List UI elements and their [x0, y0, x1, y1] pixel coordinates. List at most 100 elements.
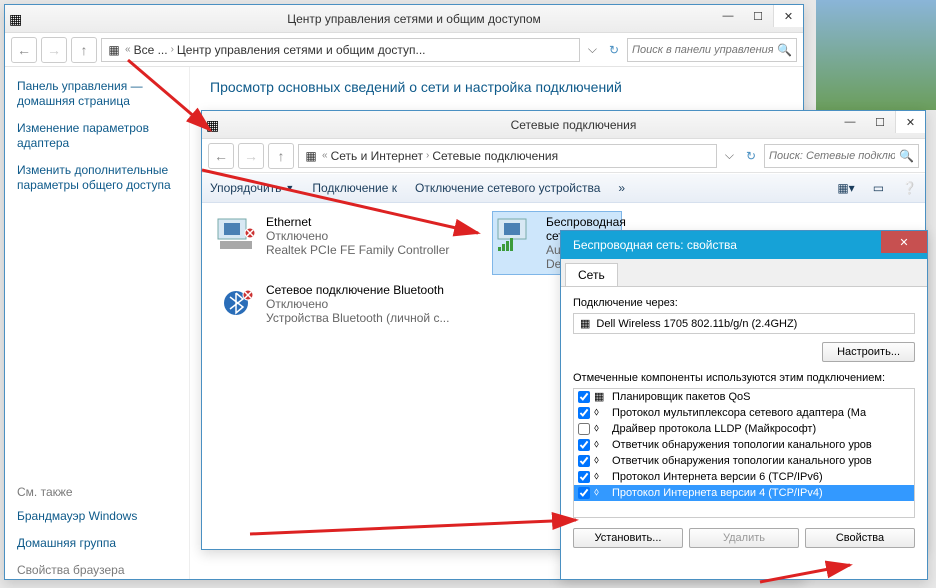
wifi-icon: [496, 215, 536, 255]
minimize-button[interactable]: —: [835, 111, 865, 133]
tab-network[interactable]: Сеть: [565, 263, 618, 286]
search-box[interactable]: 🔍: [627, 38, 797, 62]
protocol-icon: ▦: [594, 390, 608, 404]
chevron-right-icon: «: [322, 150, 328, 161]
adapter-bluetooth[interactable]: Сетевое подключение Bluetooth Отключено …: [212, 279, 492, 329]
device-name: Dell Wireless 1705 802.11b/g/n (2.4GHZ): [596, 318, 797, 330]
component-checkbox[interactable]: [578, 391, 590, 403]
remove-button[interactable]: Удалить: [689, 528, 799, 548]
desktop-wallpaper: [816, 0, 936, 110]
see-also-label: См. также: [17, 485, 177, 499]
disable-device-button[interactable]: Отключение сетевого устройства: [415, 181, 600, 195]
up-button[interactable]: ↑: [268, 143, 294, 169]
close-button[interactable]: ✕: [881, 231, 927, 253]
forward-button[interactable]: →: [41, 37, 67, 63]
minimize-button[interactable]: —: [713, 5, 743, 27]
maximize-button[interactable]: ☐: [865, 111, 895, 133]
dialog-wifi-properties: Беспроводная сеть: свойства ✕ Сеть Подкл…: [560, 230, 928, 580]
search-box[interactable]: 🔍: [764, 144, 919, 168]
component-item[interactable]: ⬨Драйвер протокола LLDP (Майкрософт): [574, 421, 914, 437]
adapter-status: Отключено: [266, 229, 449, 243]
chevron-down-icon: ▼: [285, 183, 294, 193]
component-checkbox[interactable]: [578, 407, 590, 419]
search-icon[interactable]: 🔍: [777, 43, 792, 57]
adapter-desc: Устройства Bluetooth (личной с...: [266, 311, 449, 325]
component-checkbox[interactable]: [578, 439, 590, 451]
change-adapter-settings-link[interactable]: Изменение параметров адаптера: [17, 121, 177, 151]
connect-to-button[interactable]: Подключение к: [312, 181, 397, 195]
network-icon: ▦: [303, 148, 319, 164]
help-icon[interactable]: ❔: [902, 181, 917, 195]
homegroup-link[interactable]: Домашняя группа: [17, 536, 177, 551]
more-commands-button[interactable]: »: [618, 181, 625, 195]
component-checkbox[interactable]: [578, 471, 590, 483]
breadcrumb[interactable]: ▦ « Все ... › Центр управления сетями и …: [101, 38, 580, 62]
adapter-status: Отключено: [266, 297, 449, 311]
breadcrumb-net[interactable]: Сеть и Интернет: [331, 149, 423, 163]
up-button[interactable]: ↑: [71, 37, 97, 63]
window-controls: — ☐ ✕: [835, 111, 925, 133]
maximize-button[interactable]: ☐: [743, 5, 773, 27]
configure-button[interactable]: Настроить...: [822, 342, 915, 362]
browser-props-link[interactable]: Свойства браузера: [17, 563, 177, 578]
control-panel-icon: ▦: [106, 42, 122, 58]
firewall-link[interactable]: Брандмауэр Windows: [17, 509, 177, 524]
component-checkbox[interactable]: [578, 487, 590, 499]
chevron-right-icon: ›: [171, 44, 174, 55]
close-button[interactable]: ✕: [773, 5, 803, 27]
adapter-name: Сетевое подключение Bluetooth: [266, 283, 449, 297]
search-input[interactable]: [769, 150, 895, 162]
adapter-name: Ethernet: [266, 215, 449, 229]
components-list[interactable]: ▦Планировщик пакетов QoS ⬨Протокол мульт…: [573, 388, 915, 518]
back-button[interactable]: ←: [208, 143, 234, 169]
back-button[interactable]: ←: [11, 37, 37, 63]
breadcrumb-dropdown-icon[interactable]: ⌵: [721, 148, 738, 163]
window-title: Сетевые подключения: [226, 118, 921, 132]
search-input[interactable]: [632, 44, 773, 56]
refresh-button[interactable]: ↻: [605, 43, 623, 57]
control-panel-home-link[interactable]: Панель управления — домашняя страница: [17, 79, 177, 109]
chevron-right-icon: ›: [426, 150, 429, 161]
advanced-sharing-link[interactable]: Изменить дополнительные параметры общего…: [17, 163, 177, 193]
refresh-button[interactable]: ↻: [742, 149, 760, 163]
breadcrumb[interactable]: ▦ « Сеть и Интернет › Сетевые подключени…: [298, 144, 717, 168]
component-checkbox[interactable]: [578, 423, 590, 435]
protocol-icon: ⬨: [594, 406, 608, 420]
components-label: Отмеченные компоненты используются этим …: [573, 372, 915, 384]
component-item[interactable]: ⬨Протокол Интернета версии 6 (TCP/IPv6): [574, 469, 914, 485]
protocol-icon: ⬨: [594, 438, 608, 452]
window-controls: ✕: [881, 231, 927, 253]
dialog-body: Подключение через: ▦ Dell Wireless 1705 …: [561, 287, 927, 558]
command-bar: Упорядочить ▼ Подключение к Отключение с…: [202, 173, 925, 203]
view-icon[interactable]: ▦▾: [837, 181, 854, 195]
address-toolbar: ← → ↑ ▦ « Сеть и Интернет › Сетевые подк…: [202, 139, 925, 173]
breadcrumb-conns[interactable]: Сетевые подключения: [432, 149, 558, 163]
window-title: Центр управления сетями и общим доступом: [29, 12, 799, 26]
protocol-icon: ⬨: [594, 470, 608, 484]
component-item[interactable]: ⬨Ответчик обнаружения топологии канально…: [574, 453, 914, 469]
titlebar: Беспроводная сеть: свойства ✕: [561, 231, 927, 259]
component-item-selected[interactable]: ⬨Протокол Интернета версии 4 (TCP/IPv4): [574, 485, 914, 501]
organize-menu[interactable]: Упорядочить ▼: [210, 181, 294, 195]
adapter-desc: Realtek PCIe FE Family Controller: [266, 243, 449, 257]
component-checkbox[interactable]: [578, 455, 590, 467]
component-item[interactable]: ⬨Протокол мультиплексора сетевого адапте…: [574, 405, 914, 421]
search-icon[interactable]: 🔍: [899, 149, 914, 163]
properties-button[interactable]: Свойства: [805, 528, 915, 548]
ethernet-icon: [216, 215, 256, 255]
protocol-icon: ⬨: [594, 454, 608, 468]
forward-button[interactable]: →: [238, 143, 264, 169]
adapter-ethernet[interactable]: Ethernet Отключено Realtek PCIe FE Famil…: [212, 211, 472, 275]
breadcrumb-current[interactable]: Центр управления сетями и общим доступ..…: [177, 43, 426, 57]
window-controls: — ☐ ✕: [713, 5, 803, 27]
breadcrumb-all[interactable]: Все ...: [134, 43, 168, 57]
install-button[interactable]: Установить...: [573, 528, 683, 548]
component-item[interactable]: ⬨Ответчик обнаружения топологии канально…: [574, 437, 914, 453]
close-button[interactable]: ✕: [895, 111, 925, 133]
protocol-icon: ⬨: [594, 422, 608, 436]
tab-bar: Сеть: [561, 259, 927, 287]
titlebar: ▦ Центр управления сетями и общим доступ…: [5, 5, 803, 33]
details-pane-icon[interactable]: ▭: [873, 181, 884, 195]
component-item[interactable]: ▦Планировщик пакетов QoS: [574, 389, 914, 405]
breadcrumb-dropdown-icon[interactable]: ⌵: [584, 42, 601, 57]
